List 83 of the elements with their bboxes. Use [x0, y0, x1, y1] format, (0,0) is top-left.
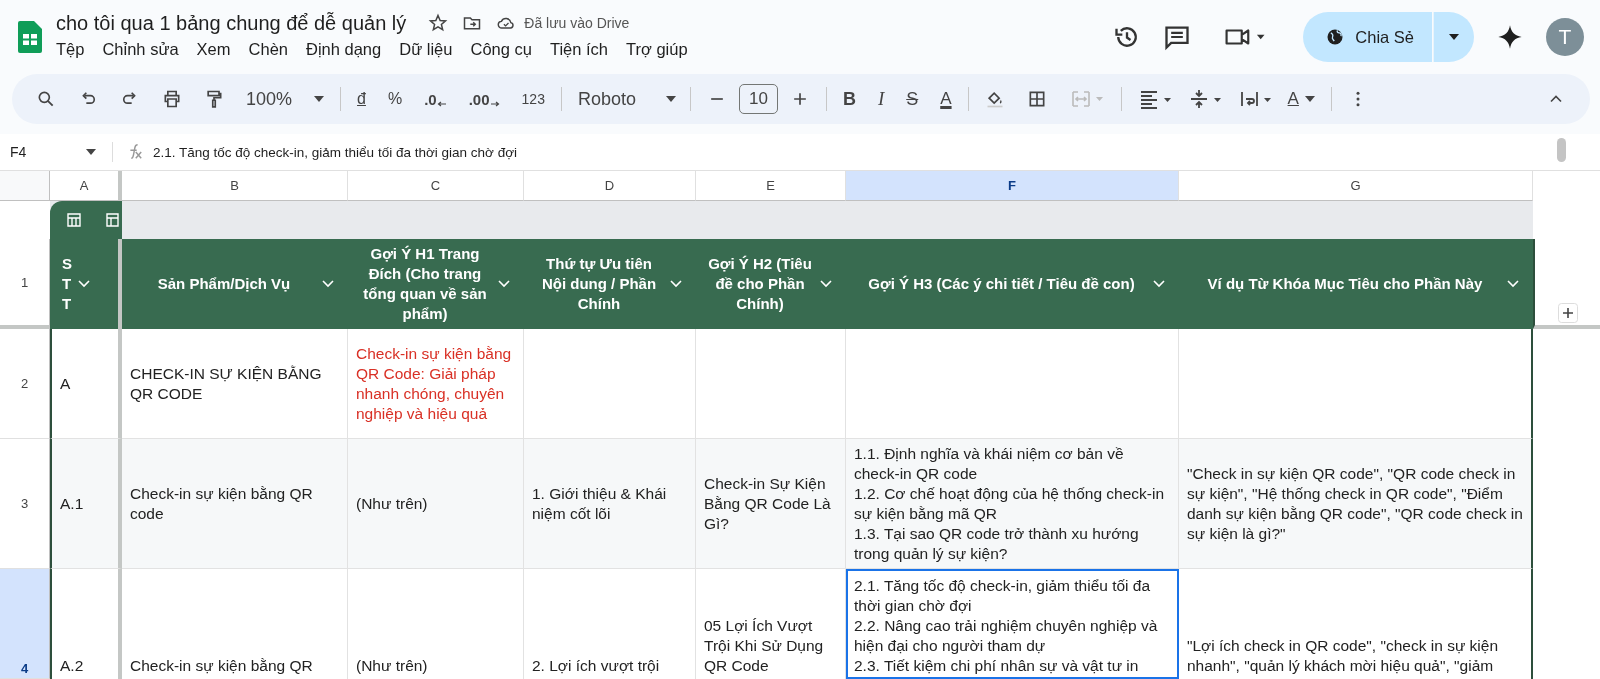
- decrease-decimal-button[interactable]: .0: [424, 90, 447, 108]
- menu-item[interactable]: Chèn: [248, 39, 288, 59]
- menu-item[interactable]: Xem: [196, 39, 231, 59]
- table-cell[interactable]: (Như trên): [348, 439, 524, 569]
- star-icon[interactable]: [428, 13, 449, 33]
- column-header[interactable]: E: [696, 171, 846, 201]
- colored-text: Check-in sự kiện bằng QR Code: Giải pháp nhanh chóng, chuyên nghiệp và hiệu quả: [356, 343, 513, 424]
- filter-chevron-icon[interactable]: [1507, 280, 1519, 288]
- font-size-field[interactable]: 10: [738, 84, 778, 114]
- filter-chevron-icon[interactable]: [498, 280, 510, 288]
- table-cell[interactable]: A.2: [50, 569, 122, 679]
- column-header[interactable]: F: [846, 171, 1179, 201]
- column-heading: Gợi Ý H2 (Tiêu đề cho Phần Chính): [696, 239, 846, 329]
- caret-icon: [314, 96, 325, 102]
- formula-field[interactable]: 2.1. Tăng tốc độ check-in, giảm thiểu tối đa thời gian chờ đợi: [153, 144, 517, 160]
- row-number[interactable]: 2: [0, 329, 50, 439]
- menu-item[interactable]: Tiện ích: [549, 39, 609, 59]
- table-cell[interactable]: 2. Lợi ích vượt trội: [524, 569, 696, 679]
- filter-chevron-icon[interactable]: [1153, 280, 1165, 288]
- column-heading: Ví dụ Từ Khóa Mục Tiêu cho Phần Này: [1179, 239, 1533, 329]
- caret-icon: [665, 96, 676, 102]
- table-cell[interactable]: A.1: [50, 439, 122, 569]
- menu-item[interactable]: Trợ giúp: [626, 39, 688, 59]
- table-cell[interactable]: Check-in sự kiện bằng QR code: [122, 439, 348, 569]
- column-header[interactable]: G: [1179, 171, 1533, 201]
- filter-chevron-icon[interactable]: [820, 280, 832, 288]
- filter-chevron-icon[interactable]: [78, 280, 91, 288]
- menu-item[interactable]: Dữ liệu: [399, 39, 453, 59]
- column-heading: Thứ tự Ưu tiên Nội dung / Phần Chính: [524, 239, 696, 329]
- table-icon: [66, 212, 82, 228]
- table-cell[interactable]: Check-in Sự Kiện Bằng QR Code Là Gì?: [696, 439, 846, 569]
- name-box[interactable]: F4: [0, 144, 104, 160]
- font-dropdown[interactable]: Roboto: [577, 88, 676, 110]
- column-heading: Gợi Ý H1 Trang Đích (Cho trang tổng quan về sản phẩm): [348, 239, 524, 329]
- currency-format-button[interactable]: đ: [357, 90, 366, 108]
- document-title[interactable]: cho tôi qua 1 bảng chung để dễ quản lý: [56, 11, 407, 35]
- table-cell[interactable]: Check-in sự kiện bằng QR: [122, 569, 348, 679]
- share-button[interactable]: Chia Sẻ: [1303, 12, 1432, 62]
- table-cell[interactable]: 2.1. Tăng tốc độ check-in, giảm thiểu tối đa thời gian chờ đợi 2.2. Nâng cao trải nghiệm chuyên nghiệp và hiện đại cho người tham dự 2.3. Tiết kiệm chi phí nhân sự và vật tư in: [846, 569, 1179, 679]
- caret-icon: [1449, 34, 1459, 40]
- search-icon[interactable]: [36, 89, 56, 109]
- paint-roller-icon[interactable]: [204, 89, 224, 109]
- column-header[interactable]: C: [348, 171, 524, 201]
- sheets-logo-icon[interactable]: [18, 21, 42, 53]
- filter-chevron-icon[interactable]: [322, 280, 334, 288]
- text-color-button[interactable]: A: [940, 89, 952, 109]
- column-header[interactable]: D: [524, 171, 696, 201]
- left-arrow-icon: [436, 101, 447, 107]
- print-icon[interactable]: [162, 89, 182, 109]
- menu-item[interactable]: Chỉnh sửa: [102, 39, 179, 59]
- table-tab[interactable]: [50, 201, 122, 239]
- menu-item[interactable]: Định dạng: [306, 39, 382, 59]
- row-number[interactable]: 3: [0, 439, 50, 569]
- zoom-dropdown[interactable]: 100%: [246, 88, 325, 110]
- save-status: Đã lưu vào Drive: [524, 15, 630, 31]
- scrollbar-thumb[interactable]: [1557, 138, 1566, 162]
- table-cell[interactable]: 05 Lợi Ích Vượt Trội Khi Sử Dụng QR Code: [696, 569, 846, 679]
- column-header[interactable]: B: [122, 171, 348, 201]
- table-cell[interactable]: (Như trên): [348, 569, 524, 679]
- italic-button[interactable]: I: [877, 88, 885, 110]
- right-arrow-icon: [489, 101, 500, 107]
- increase-decimal-button[interactable]: .00: [468, 90, 500, 108]
- caret-icon: [86, 149, 96, 155]
- table-cell[interactable]: 1.1. Định nghĩa và khái niệm cơ bản về check-in QR code 1.2. Cơ chế hoạt động của hệ thống check-in sự kiện bằng mã QR 1.3. Tại sao QR code trở thành xu hướng trong quản lý sự kiện?: [846, 439, 1179, 569]
- add-column-icon[interactable]: [1557, 303, 1578, 323]
- menu-item[interactable]: Công cụ: [470, 39, 532, 59]
- filter-chevron-icon[interactable]: [670, 280, 682, 288]
- row-number[interactable]: 1: [0, 239, 50, 329]
- column-heading: STT: [50, 239, 122, 329]
- bold-button[interactable]: B: [842, 88, 856, 110]
- column-heading: Gợi Ý H3 (Các ý chi tiết / Tiêu đề con): [846, 239, 1179, 329]
- row-number[interactable]: 4: [0, 569, 50, 679]
- strikethrough-button[interactable]: S: [906, 88, 919, 110]
- column-header[interactable]: A: [50, 171, 122, 201]
- table-icon: [104, 212, 120, 228]
- text-rotation-button[interactable]: A: [1287, 89, 1315, 109]
- percent-format-button[interactable]: %: [387, 90, 403, 108]
- column-heading: Sản Phẩm/Dịch Vụ: [122, 239, 348, 329]
- menu-item[interactable]: Tệp: [56, 39, 85, 59]
- table-cell[interactable]: "Check in sự kiện QR code", "QR code check in sự kiện", "Hệ thống check in QR code", "Điểm danh sự kiện bằng QR code", "QR code check in sự kiện là gì?": [1179, 439, 1533, 569]
- number-format-button[interactable]: 123: [521, 91, 545, 107]
- caret-icon: [1304, 96, 1315, 102]
- table-cell[interactable]: 1. Giới thiệu & Khái niệm cốt lõi: [524, 439, 696, 569]
